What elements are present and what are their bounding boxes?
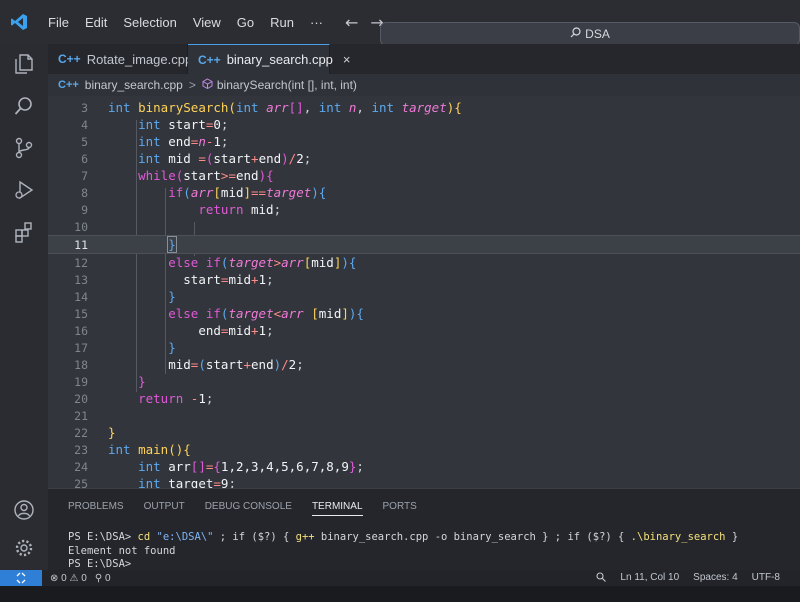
menu-go[interactable]: Go — [229, 15, 262, 30]
tab-label: binary_search.cpp — [226, 52, 333, 67]
command-center-label: DSA — [585, 27, 610, 41]
search-icon — [570, 27, 581, 41]
activity-bar — [0, 44, 48, 570]
code-line-7: 7 while(start>=end){ — [81, 168, 274, 183]
cpp-file-icon: C++ — [58, 52, 81, 66]
remote-icon[interactable] — [0, 570, 42, 586]
status-bar: ⊗ 0 ⚠ 0 ⚲ 0 Ln 11, Col 10 Spaces: 4 UTF-… — [0, 570, 800, 586]
cpp-file-icon: C++ — [58, 79, 79, 91]
code-line-10: 10 — [74, 219, 88, 234]
zoom-icon[interactable] — [596, 571, 607, 585]
code-line-16: 16 end=mid+1; — [74, 323, 274, 338]
code-line-6: 6 int mid =(start+end)/2; — [81, 151, 312, 166]
code-line-15: 15 else if(target<arr [mid]){ — [74, 306, 364, 321]
command-center[interactable]: DSA — [380, 22, 800, 46]
code-line-21: 21 — [74, 408, 88, 423]
problems-status[interactable]: ⊗ 0 ⚠ 0 — [50, 573, 87, 584]
ports-count: 0 — [104, 572, 111, 584]
function-symbol-icon — [202, 78, 213, 92]
panel-tabs: PROBLEMS OUTPUT DEBUG CONSOLE TERMINAL P… — [68, 501, 437, 516]
explorer-icon[interactable] — [12, 52, 36, 76]
code-line-12: 12 else if(target>arr[mid]){ — [74, 255, 357, 270]
code-line-17: 17 } — [74, 340, 176, 355]
warning-icon: ⚠ — [69, 572, 79, 584]
bottom-panel: PROBLEMS OUTPUT DEBUG CONSOLE TERMINAL P… — [48, 488, 800, 570]
editor-tab-bar: C++ Rotate_image.cpp C++ binary_search.c… — [48, 44, 800, 74]
code-line-14: 14 } — [74, 289, 176, 304]
menu-bar: File Edit Selection View Go Run ··· — [40, 15, 331, 30]
code-editor[interactable]: 3 int binarySearch(int arr[], int n, int … — [48, 96, 800, 488]
tab-ports[interactable]: PORTS — [383, 501, 417, 516]
ports-icon: ⚲ — [94, 572, 103, 584]
code-line-4: 4 int start=0; — [81, 117, 229, 132]
ports-status[interactable]: ⚲ 0 — [95, 573, 111, 584]
code-line-22: 22} — [74, 425, 116, 440]
error-icon: ⊗ — [50, 572, 59, 584]
code-line-20: 20 return -1; — [74, 391, 214, 406]
tab-label: Rotate_image.cpp — [86, 51, 193, 67]
terminal-output-line: Element not found — [68, 545, 176, 557]
code-line-24: 24 int arr[]={1,2,3,4,5,6,7,8,9}; — [74, 459, 364, 474]
search-icon[interactable] — [12, 94, 36, 118]
menu-more[interactable]: ··· — [302, 15, 331, 30]
cpp-file-icon: C++ — [198, 52, 221, 67]
indentation[interactable]: Spaces: 4 — [693, 572, 737, 585]
tab-output[interactable]: OUTPUT — [144, 501, 185, 516]
screen-bezel — [0, 586, 800, 602]
cursor-position[interactable]: Ln 11, Col 10 — [620, 572, 679, 585]
code-line-13: 13 start=mid+1; — [74, 272, 274, 287]
menu-file[interactable]: File — [40, 15, 77, 30]
code-line-18: 18 mid=(start+end)/2; — [74, 357, 304, 372]
back-arrow-icon[interactable]: ← — [345, 13, 358, 32]
tab-debug-console[interactable]: DEBUG CONSOLE — [205, 501, 292, 516]
menu-view[interactable]: View — [185, 15, 229, 30]
status-right: Ln 11, Col 10 Spaces: 4 UTF-8 — [582, 572, 800, 585]
close-icon[interactable]: × — [343, 52, 351, 67]
tab-binary-search[interactable]: C++ binary_search.cpp × — [188, 44, 351, 74]
source-control-icon[interactable] — [12, 136, 36, 160]
code-line-23: 23 int main(){ — [74, 442, 191, 457]
code-line-11-current: 11 } — [48, 235, 800, 254]
tab-rotate-image[interactable]: C++ Rotate_image.cpp — [48, 44, 192, 74]
vscode-logo-icon — [8, 11, 30, 33]
tab-problems[interactable]: PROBLEMS — [68, 501, 124, 516]
warning-count: 0 — [81, 572, 87, 584]
breadcrumb-symbol[interactable]: binarySearch(int [], int, int) — [217, 78, 357, 92]
run-debug-icon[interactable] — [12, 178, 36, 202]
breadcrumb: C++ binary_search.cpp > binarySearch(int… — [48, 74, 800, 96]
code-line-8: 8 if(arr[mid]==target){ — [81, 185, 327, 200]
encoding[interactable]: UTF-8 — [752, 572, 780, 585]
code-line-9: 9 return mid; — [81, 202, 282, 217]
breadcrumb-separator: > — [188, 78, 196, 92]
menu-selection[interactable]: Selection — [115, 15, 184, 30]
menu-edit[interactable]: Edit — [77, 15, 115, 30]
account-icon[interactable] — [12, 498, 36, 522]
code-line-19: 19 } — [74, 374, 146, 389]
code-line-5: 5 int end=n-1; — [81, 134, 229, 149]
code-line-3: 3 int binarySearch(int arr[], int n, int … — [81, 100, 462, 115]
tab-terminal[interactable]: TERMINAL — [311, 501, 363, 516]
error-count: 0 — [61, 572, 67, 584]
breadcrumb-file[interactable]: binary_search.cpp — [85, 78, 183, 92]
extensions-icon[interactable] — [12, 220, 36, 244]
terminal-command-line[interactable]: PS E:\DSA> cd "e:\DSA\" ; if ($?) { g++ … — [68, 531, 738, 543]
menu-run[interactable]: Run — [262, 15, 302, 30]
settings-gear-icon[interactable] — [12, 536, 36, 560]
terminal-prompt-line[interactable]: PS E:\DSA> — [68, 558, 131, 570]
code-line-25: 25 int target=9; — [74, 476, 236, 488]
